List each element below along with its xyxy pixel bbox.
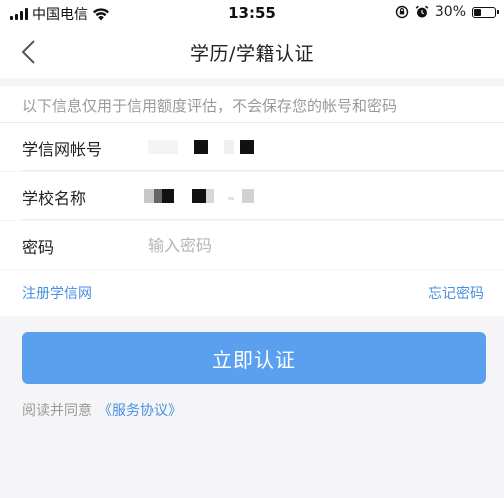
register-link[interactable]: 注册学信网 — [22, 283, 92, 303]
lock-rotation-icon — [395, 5, 409, 19]
forgot-password-link[interactable]: 忘记密码 — [428, 283, 484, 303]
row-divider — [22, 219, 504, 220]
status-bar: 中国电信 13:55 30% — [0, 0, 504, 26]
school-row[interactable]: 学校名称 — [0, 172, 504, 220]
nav-bar: 学历/学籍认证 — [0, 26, 504, 78]
password-input[interactable] — [148, 231, 478, 259]
battery-icon — [472, 6, 499, 18]
verify-now-button[interactable]: 立即认证 — [22, 332, 486, 384]
account-row[interactable]: 学信网帐号 — [0, 123, 504, 171]
password-row: 密码 — [0, 221, 504, 269]
alarm-icon — [415, 5, 429, 18]
page-title: 学历/学籍认证 — [190, 43, 314, 65]
account-label: 学信网帐号 — [22, 140, 103, 159]
password-label: 密码 — [22, 238, 55, 257]
school-masked-value — [144, 189, 264, 203]
row-divider — [22, 170, 504, 171]
account-masked-value — [148, 140, 268, 154]
service-agreement-link[interactable]: 《服务协议》 — [98, 403, 182, 419]
links-row: 注册学信网 忘记密码 — [0, 270, 504, 316]
status-right: 30% — [395, 4, 499, 20]
notice-banner: 以下信息仅用于信用额度评估，不会保存您的帐号和密码 — [0, 86, 504, 123]
agreement-line: 阅读并同意 《服务协议》 — [22, 400, 182, 420]
agreement-prefix: 阅读并同意 — [22, 403, 92, 419]
battery-fill — [474, 8, 481, 16]
notice-text: 以下信息仅用于信用额度评估，不会保存您的帐号和密码 — [22, 97, 398, 115]
battery-percent: 30% — [434, 4, 466, 20]
school-label: 学校名称 — [22, 189, 87, 208]
